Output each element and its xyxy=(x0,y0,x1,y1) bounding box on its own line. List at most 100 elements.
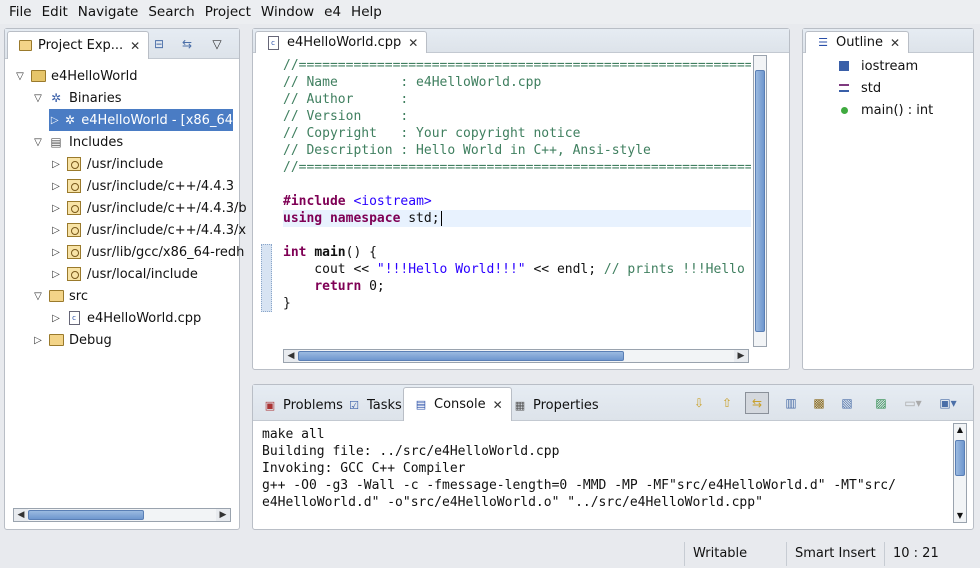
binary-icon: ✲ xyxy=(64,113,75,127)
collapse-all-icon[interactable]: ⊟ xyxy=(149,35,169,53)
collapsed-arrow-icon[interactable]: ▷ xyxy=(31,335,45,346)
outline-item-iostream[interactable]: iostream xyxy=(833,55,918,77)
tree-node[interactable]: ▷ /usr/include/c++/4.4.3/x xyxy=(49,219,246,241)
includes-icon: ▤ xyxy=(50,135,62,149)
menu-edit[interactable]: Edit xyxy=(37,0,73,24)
code-token: cout << xyxy=(283,262,377,277)
code-line: using namespace std;​ xyxy=(283,210,751,227)
scroll-thumb[interactable] xyxy=(755,70,765,332)
code-token: "!!!Hello World!!!" xyxy=(376,262,526,277)
expanded-arrow-icon[interactable]: ▽ xyxy=(31,93,45,104)
scroll-down-icon[interactable]: ▼ xyxy=(954,510,966,522)
menu-help[interactable]: Help xyxy=(346,0,387,24)
console-output[interactable]: make all Building file: ../src/e4HelloWor… xyxy=(262,409,952,521)
outline-tabstrip: ☰ Outline ✕ xyxy=(803,29,973,53)
collapsed-arrow-icon[interactable]: ▷ xyxy=(49,269,63,280)
console-line: Building file: ../src/e4HelloWorld.cpp xyxy=(262,444,560,459)
editor-hscroll[interactable]: ◀ ▶ xyxy=(283,349,749,363)
scroll-thumb[interactable] xyxy=(28,510,144,520)
tree-node-label: /usr/local/include xyxy=(87,266,198,282)
console-line: g++ -O0 -g3 -Wall -c -fmessage-length=0 … xyxy=(262,478,896,493)
tree-node[interactable]: ▽ ▤ Includes xyxy=(31,131,123,153)
link-editor-icon[interactable]: ⇆ xyxy=(177,35,197,53)
tree-node[interactable]: ▽ e4HelloWorld xyxy=(13,65,137,87)
tree-node[interactable]: ▷ /usr/include/c++/4.4.3/b xyxy=(49,197,247,219)
project-explorer-hscroll[interactable]: ◀ ▶ xyxy=(13,508,231,522)
code-token: using namespace xyxy=(283,211,401,226)
menu-window[interactable]: Window xyxy=(256,0,319,24)
cpp-file-icon: c xyxy=(65,310,83,326)
console-line: make all xyxy=(262,427,325,442)
code-token: // Description : Hello World in C++, Ans… xyxy=(283,143,651,158)
code-line: int main() { xyxy=(283,244,751,261)
menu-project[interactable]: Project xyxy=(200,0,256,24)
close-icon[interactable]: ✕ xyxy=(890,36,900,50)
scroll-thumb[interactable] xyxy=(955,440,965,476)
editor-vscroll[interactable] xyxy=(753,55,767,347)
tree-node[interactable]: ▷ /usr/local/include xyxy=(49,263,198,285)
scroll-up-icon[interactable]: ▲ xyxy=(954,424,966,436)
console-vscroll[interactable]: ▲ ▼ xyxy=(953,423,967,523)
tab-project-explorer[interactable]: Project Exp... ✕ xyxy=(7,31,150,59)
scroll-left-icon[interactable]: ◀ xyxy=(14,509,28,521)
tab-outline[interactable]: ☰ Outline ✕ xyxy=(805,31,910,53)
include-folder-icon xyxy=(65,222,83,238)
code-line: // Name : e4HelloWorld.cpp xyxy=(283,74,751,91)
menu-file[interactable]: File xyxy=(4,0,37,24)
scroll-right-icon[interactable]: ▶ xyxy=(216,509,230,521)
tab-e4helloworld-cpp[interactable]: c e4HelloWorld.cpp ✕ xyxy=(255,31,428,53)
collapsed-arrow-icon[interactable]: ▷ xyxy=(49,115,60,126)
outline-title: Outline xyxy=(836,35,884,50)
tree-node[interactable]: ▷ /usr/lib/gcc/x86_64-redh xyxy=(49,241,244,263)
scroll-left-icon[interactable]: ◀ xyxy=(284,350,298,362)
collapsed-arrow-icon[interactable]: ▷ xyxy=(49,181,63,192)
code-area[interactable]: //======================================… xyxy=(283,57,751,347)
expanded-arrow-icon[interactable]: ▽ xyxy=(13,71,27,82)
folder-icon xyxy=(47,332,65,348)
console-line: Invoking: GCC C++ Compiler xyxy=(262,461,466,476)
tree-node[interactable]: ▷ Debug xyxy=(31,329,112,351)
expanded-arrow-icon[interactable]: ▽ xyxy=(31,291,45,302)
outline-item-main[interactable]: main() : int xyxy=(833,99,933,121)
collapsed-arrow-icon[interactable]: ▷ xyxy=(49,225,63,236)
project-explorer-view: Project Exp... ✕ ⊟ ⇆ ▽ ▽ e4HelloWorld ▽ ✲ Bi… xyxy=(4,28,247,530)
menu-e4[interactable]: e4 xyxy=(319,0,346,24)
scroll-thumb[interactable] xyxy=(298,351,624,361)
code-line: cout << "!!!Hello World!!!" << endl; // … xyxy=(283,261,751,278)
console-view: ▣ Problems ☑ Tasks ▤ Console ✕ ▦ Propert… xyxy=(252,384,974,530)
code-line: #include <iostream> xyxy=(283,193,751,210)
include-folder-icon xyxy=(65,178,83,194)
menu-search[interactable]: Search xyxy=(143,0,199,24)
tree-node-label: src xyxy=(69,288,88,304)
editor-tabstrip: c e4HelloWorld.cpp ✕ xyxy=(253,29,789,53)
tree-node[interactable]: ▷ /usr/include/c++/4.4.3 xyxy=(49,175,234,197)
tree-node[interactable]: ▷ c e4HelloWorld.cpp xyxy=(49,307,201,329)
collapsed-arrow-icon[interactable]: ▷ xyxy=(49,247,63,258)
view-menu-icon[interactable]: ▽ xyxy=(207,35,227,53)
collapsed-arrow-icon[interactable]: ▷ xyxy=(49,203,63,214)
tree-node[interactable]: ▽ src xyxy=(31,285,88,307)
scroll-right-icon[interactable]: ▶ xyxy=(734,350,748,362)
tree-node[interactable]: ▽ ✲ Binaries xyxy=(31,87,121,109)
expanded-arrow-icon[interactable]: ▽ xyxy=(31,137,45,148)
collapsed-arrow-icon[interactable]: ▷ xyxy=(49,313,63,324)
outline-view: ☰ Outline ✕ iostream std main() : int xyxy=(802,28,974,370)
tree-node[interactable]: ▷ ✲ e4HelloWorld - [x86_64 xyxy=(49,109,233,131)
menu-navigate[interactable]: Navigate xyxy=(73,0,144,24)
status-bar: Writable Smart Insert 10 : 21 xyxy=(0,538,980,568)
editor-tab-label: e4HelloWorld.cpp xyxy=(287,35,402,50)
include-folder-icon xyxy=(65,244,83,260)
code-token: // Name : e4HelloWorld.cpp xyxy=(283,75,542,90)
close-icon[interactable]: ✕ xyxy=(408,36,418,50)
tree-node-label: /usr/include/c++/4.4.3 xyxy=(87,178,234,194)
outline-item-std[interactable]: std xyxy=(833,77,881,99)
close-icon[interactable]: ✕ xyxy=(130,39,140,53)
collapsed-arrow-icon[interactable]: ▷ xyxy=(49,159,63,170)
code-token: int xyxy=(283,245,307,260)
tree-node-label: /usr/include/c++/4.4.3/b xyxy=(87,200,247,216)
include-folder-icon xyxy=(65,200,83,216)
code-token: 0; xyxy=(361,279,385,294)
tree-node[interactable]: ▷ /usr/include xyxy=(49,153,163,175)
tree-node-label: e4HelloWorld.cpp xyxy=(87,310,202,326)
tree-node-label: /usr/include xyxy=(87,156,164,172)
